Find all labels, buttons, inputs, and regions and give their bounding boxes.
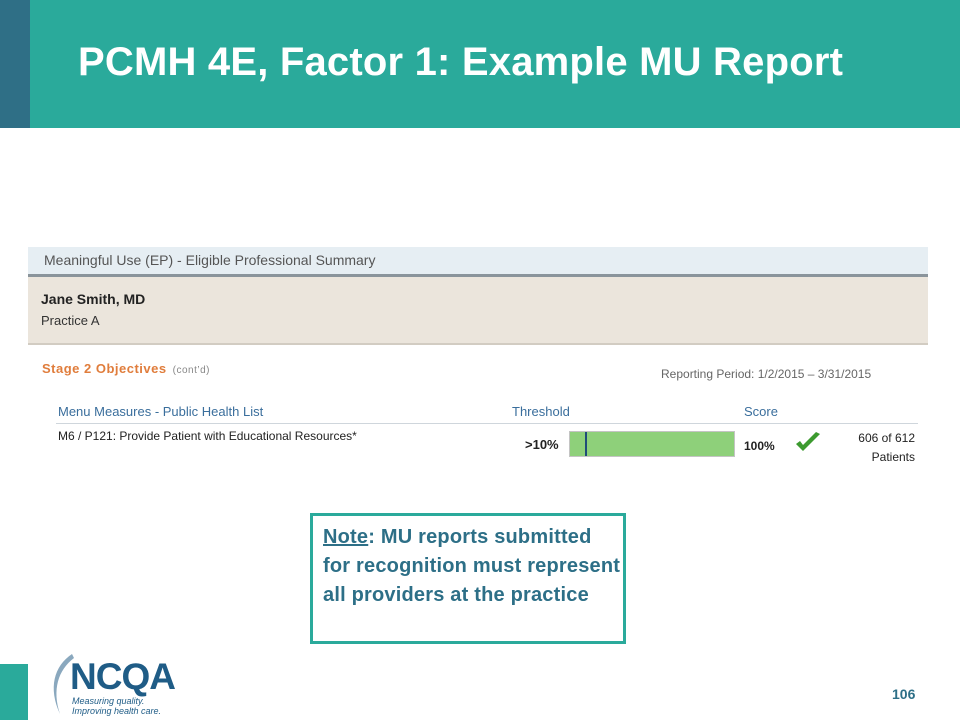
score-value: 100% [744,439,775,453]
ncqa-logo: NCQA Measuring quality. Improving health… [46,648,176,720]
logo-tagline-2: Improving health care. [72,706,162,716]
patient-count-ratio: 606 of 612 [858,431,915,445]
provider-practice: Practice A [41,313,100,328]
page-number: 106 [892,686,916,702]
logo-text: NCQA [70,656,176,697]
logo-tagline-1: Measuring quality. [72,696,145,706]
slide-header: PCMH 4E, Factor 1: Example MU Report [0,0,960,128]
column-header-threshold: Threshold [512,404,570,419]
note-body: : MU reports submitted for recognition m… [323,526,621,606]
report-titlebar: Meaningful Use (EP) - Eligible Professio… [28,247,928,277]
column-header-score: Score [744,404,778,419]
provider-name: Jane Smith, MD [41,291,146,307]
check-icon [796,432,820,451]
stage-suffix: (cont’d) [172,365,210,376]
threshold-value: >10% [525,437,559,452]
column-header-measure: Menu Measures - Public Health List [58,404,264,419]
stage-heading: Stage 2 Objectives (cont’d) [42,361,210,376]
reporting-period: Reporting Period: 1/2/2015 – 3/31/2015 [661,367,872,381]
table-header-divider [56,423,918,424]
note-label: Note [323,526,369,548]
mu-report-screenshot: Meaningful Use (EP) - Eligible Professio… [28,247,928,472]
threshold-marker [585,432,588,456]
measure-name: M6 / P121: Provide Patient with Educatio… [58,429,357,443]
score-progress-bar [569,431,735,457]
report-title: Meaningful Use (EP) - Eligible Professio… [44,252,376,268]
footer-accent-bar [0,664,28,720]
slide-title: PCMH 4E, Factor 1: Example MU Report [78,40,844,84]
header-accent-bar [0,0,30,128]
provider-info-panel: Jane Smith, MD Practice A [28,277,928,345]
score-progress-fill [570,432,734,456]
note-text-block: Note: MU reports submitted for recogniti… [323,523,621,610]
note-callout: Note: MU reports submitted for recogniti… [310,513,626,644]
patient-count: 606 of 612 Patients [828,429,915,467]
stage-label: Stage 2 Objectives [42,361,167,376]
patient-count-label: Patients [871,450,915,464]
